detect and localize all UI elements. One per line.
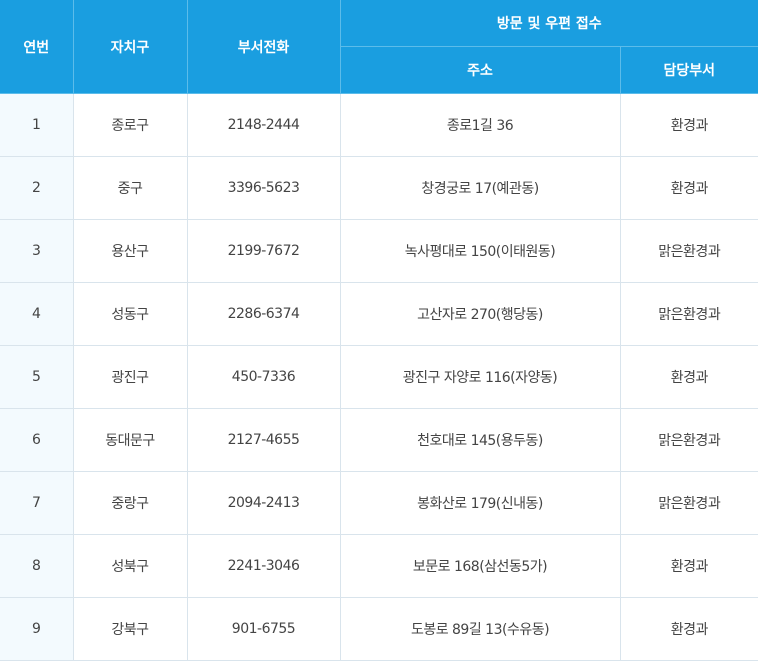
cell-department: 맑은환경과 — [620, 408, 758, 472]
cell-district: 중구 — [73, 156, 188, 220]
cell-phone: 2148-2444 — [187, 93, 341, 157]
cell-district: 중랑구 — [73, 471, 188, 535]
table-header: 연번 자치구 부서전화 방문 및 우편 접수 주소 담당부서 — [0, 0, 758, 94]
cell-department: 환경과 — [620, 345, 758, 409]
table-row: 3 용산구 2199-7672 녹사평대로 150(이태원동) 맑은환경과 — [0, 219, 758, 283]
table-row: 1 종로구 2148-2444 종로1길 36 환경과 — [0, 93, 758, 157]
cell-phone: 2094-2413 — [187, 471, 341, 535]
table-row: 9 강북구 901-6755 도봉로 89길 13(수유동) 환경과 — [0, 597, 758, 661]
cell-district: 용산구 — [73, 219, 188, 283]
table-row: 6 동대문구 2127-4655 천호대로 145(용두동) 맑은환경과 — [0, 408, 758, 472]
header-no: 연번 — [0, 0, 74, 94]
cell-department: 맑은환경과 — [620, 219, 758, 283]
cell-no: 4 — [0, 282, 74, 346]
cell-no: 1 — [0, 93, 74, 157]
district-contact-table: 연번 자치구 부서전화 방문 및 우편 접수 주소 담당부서 1 종로구 2148-… — [0, 0, 758, 661]
cell-no: 7 — [0, 471, 74, 535]
cell-district: 강북구 — [73, 597, 188, 661]
cell-district: 동대문구 — [73, 408, 188, 472]
cell-no: 2 — [0, 156, 74, 220]
cell-phone: 450-7336 — [187, 345, 341, 409]
table-row: 8 성북구 2241-3046 보문로 168(삼선동5가) 환경과 — [0, 534, 758, 598]
cell-address: 녹사평대로 150(이태원동) — [340, 219, 621, 283]
cell-department: 환경과 — [620, 534, 758, 598]
cell-district: 성동구 — [73, 282, 188, 346]
header-address: 주소 — [339, 46, 621, 94]
cell-address: 창경궁로 17(예관동) — [340, 156, 621, 220]
header-phone: 부서전화 — [186, 0, 341, 94]
cell-phone: 2241-3046 — [187, 534, 341, 598]
cell-no: 8 — [0, 534, 74, 598]
cell-department: 환경과 — [620, 93, 758, 157]
cell-address: 고산자로 270(행당동) — [340, 282, 621, 346]
cell-address: 도봉로 89길 13(수유동) — [340, 597, 621, 661]
cell-phone: 2127-4655 — [187, 408, 341, 472]
table-row: 4 성동구 2286-6374 고산자로 270(행당동) 맑은환경과 — [0, 282, 758, 346]
cell-address: 봉화산로 179(신내동) — [340, 471, 621, 535]
header-department: 담당부서 — [619, 46, 758, 94]
cell-no: 3 — [0, 219, 74, 283]
cell-phone: 2199-7672 — [187, 219, 341, 283]
cell-department: 환경과 — [620, 597, 758, 661]
table-row: 2 중구 3396-5623 창경궁로 17(예관동) 환경과 — [0, 156, 758, 220]
header-visit-mail-group: 방문 및 우편 접수 — [339, 0, 758, 47]
table-row: 7 중랑구 2094-2413 봉화산로 179(신내동) 맑은환경과 — [0, 471, 758, 535]
cell-no: 9 — [0, 597, 74, 661]
cell-department: 맑은환경과 — [620, 282, 758, 346]
cell-address: 천호대로 145(용두동) — [340, 408, 621, 472]
cell-district: 성북구 — [73, 534, 188, 598]
cell-district: 광진구 — [73, 345, 188, 409]
cell-no: 6 — [0, 408, 74, 472]
header-district: 자치구 — [72, 0, 188, 94]
cell-district: 종로구 — [73, 93, 188, 157]
cell-address: 종로1길 36 — [340, 93, 621, 157]
cell-address: 광진구 자양로 116(자양동) — [340, 345, 621, 409]
cell-phone: 901-6755 — [187, 597, 341, 661]
cell-no: 5 — [0, 345, 74, 409]
table-row: 5 광진구 450-7336 광진구 자양로 116(자양동) 환경과 — [0, 345, 758, 409]
cell-department: 환경과 — [620, 156, 758, 220]
table-body: 1 종로구 2148-2444 종로1길 36 환경과 2 중구 3396-5623 창경궁로 … — [0, 93, 758, 661]
cell-phone: 2286-6374 — [187, 282, 341, 346]
cell-department: 맑은환경과 — [620, 471, 758, 535]
cell-address: 보문로 168(삼선동5가) — [340, 534, 621, 598]
cell-phone: 3396-5623 — [187, 156, 341, 220]
